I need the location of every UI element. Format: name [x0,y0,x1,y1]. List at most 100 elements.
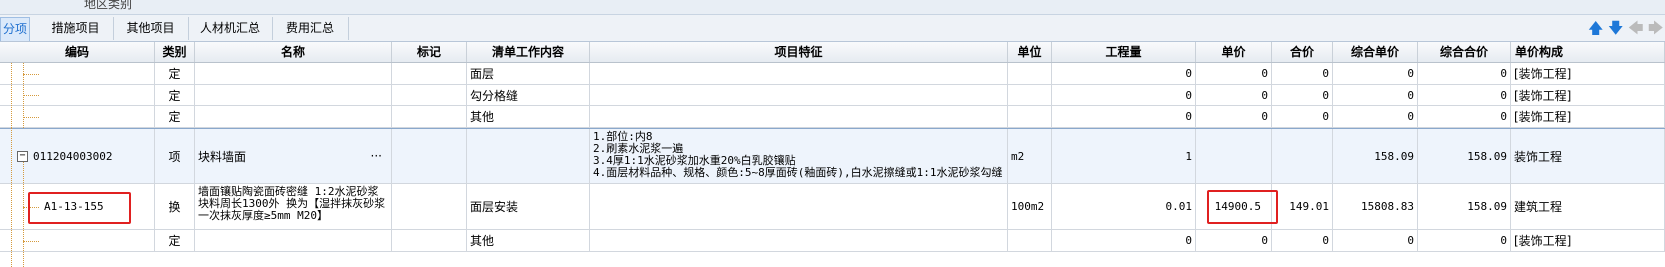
cell-work-content[interactable]: 其他 [467,106,590,127]
cell-type[interactable]: 定 [155,106,195,127]
cell-type[interactable]: 定 [155,230,195,251]
cell-quantity[interactable]: 1 [1052,129,1196,183]
header-price-structure[interactable]: 单价构成 [1511,42,1665,62]
cell-mark[interactable] [392,85,467,105]
cell-total[interactable] [1272,129,1333,183]
cell-unit-price[interactable]: 0 [1196,106,1272,127]
header-type[interactable]: 类别 [155,42,195,62]
cell-price-structure[interactable]: [装饰工程] [1511,106,1665,127]
cell-quantity[interactable]: 0 [1052,85,1196,105]
header-work-content[interactable]: 清单工作内容 [467,42,590,62]
header-unit-price[interactable]: 单价 [1196,42,1272,62]
cell-price-structure[interactable]: [装饰工程] [1511,230,1665,251]
cell-unit-price[interactable]: 0 [1196,230,1272,251]
cell-unit[interactable] [1008,106,1052,127]
cell-type[interactable]: 换 [155,184,195,229]
cell-total[interactable]: 0 [1272,230,1333,251]
cell-comp-price[interactable]: 0 [1333,85,1418,105]
cell-name[interactable]: 块料墙面 ··· [195,129,392,183]
cell-name[interactable] [195,106,392,127]
more-icon[interactable]: ··· [371,149,382,163]
header-unit[interactable]: 单位 [1008,42,1052,62]
cell-price-structure[interactable]: 装饰工程 [1511,129,1665,183]
cell-comp-total[interactable]: 0 [1418,230,1511,251]
arrow-up-icon[interactable]: 🡅 [1588,19,1603,37]
cell-quantity[interactable]: 0 [1052,230,1196,251]
tab-cost-summary[interactable]: 费用汇总 [272,17,349,40]
arrow-right-icon[interactable]: 🡆 [1648,19,1664,37]
cell-mark[interactable] [392,106,467,127]
cell-unit[interactable] [1008,63,1052,84]
table-row[interactable]: 定 其他 0 0 0 0 0 [装饰工程] [0,230,1665,252]
cell-feature[interactable] [590,184,1008,229]
cell-feature[interactable] [590,85,1008,105]
cell-unit-price[interactable]: 0 [1196,63,1272,84]
cell-total[interactable]: 149.01 [1272,184,1333,229]
cell-total[interactable]: 0 [1272,85,1333,105]
tab-other-items[interactable]: 其他项目 [113,17,189,40]
cell-work-content[interactable] [467,129,590,183]
cell-comp-price[interactable]: 158.09 [1333,129,1418,183]
cell-unit[interactable]: m2 [1008,129,1052,183]
cell-unit[interactable] [1008,85,1052,105]
cell-unit-price[interactable]: 0 [1196,85,1272,105]
cell-feature[interactable] [590,63,1008,84]
cell-comp-price[interactable]: 15808.83 [1333,184,1418,229]
cell-type[interactable]: 定 [155,85,195,105]
tab-measures[interactable]: 措施项目 [38,17,114,40]
cell-price-structure[interactable]: 建筑工程 [1511,184,1665,229]
cell-mark[interactable] [392,63,467,84]
cell-total[interactable]: 0 [1272,106,1333,127]
cell-price-structure[interactable]: [装饰工程] [1511,63,1665,84]
header-comp-total[interactable]: 综合合价 [1418,42,1511,62]
cell-feature[interactable] [590,230,1008,251]
cell-work-content[interactable]: 其他 [467,230,590,251]
cell-quantity[interactable]: 0 [1052,106,1196,127]
tab-labor-material-summary[interactable]: 人材机汇总 [188,17,273,40]
cell-feature[interactable]: 1.部位:内8 2.刷素水泥浆一遍 3.4厚1:1水泥砂浆加水重20%白乳胶镶贴… [590,129,1008,183]
header-name[interactable]: 名称 [195,42,392,62]
cell-work-content[interactable]: 勾分格缝 [467,85,590,105]
header-mark[interactable]: 标记 [392,42,467,62]
cell-unit-price[interactable] [1196,129,1272,183]
arrow-down-icon[interactable]: 🡇 [1608,19,1623,37]
cell-comp-price[interactable]: 0 [1333,106,1418,127]
header-feature[interactable]: 项目特征 [590,42,1008,62]
cell-comp-total[interactable]: 158.09 [1418,184,1511,229]
header-comp-price[interactable]: 综合单价 [1333,42,1418,62]
cell-price-structure[interactable]: [装饰工程] [1511,85,1665,105]
header-total[interactable]: 合价 [1272,42,1333,62]
cell-comp-price[interactable]: 0 [1333,230,1418,251]
cell-name[interactable] [195,63,392,84]
cell-name[interactable]: 墙面镶贴陶瓷面砖密缝 1:2水泥砂浆 块料周长1300外 换为【湿拌抹灰砂浆 一… [195,184,392,229]
table-row[interactable]: A1-13-155 换 墙面镶贴陶瓷面砖密缝 1:2水泥砂浆 块料周长1300外… [0,184,1665,230]
table-row[interactable]: 定 面层 0 0 0 0 0 [装饰工程] [0,63,1665,85]
cell-name[interactable] [195,85,392,105]
cell-comp-total[interactable]: 0 [1418,63,1511,84]
cell-work-content[interactable]: 面层安装 [467,184,590,229]
cell-quantity[interactable]: 0.01 [1052,184,1196,229]
table-row[interactable]: 011204003002 项 块料墙面 ··· 1.部位:内8 2.刷素水泥浆一… [0,128,1665,184]
header-quantity[interactable]: 工程量 [1052,42,1196,62]
tab-items[interactable]: 分项 [0,17,30,41]
cell-mark[interactable] [392,230,467,251]
cell-feature[interactable] [590,106,1008,127]
arrow-left-icon[interactable]: 🡄 [1628,19,1644,37]
cell-work-content[interactable]: 面层 [467,63,590,84]
table-row[interactable]: 定 其他 0 0 0 0 0 [装饰工程] [0,106,1665,128]
header-code[interactable]: 编码 [0,42,155,62]
cell-mark[interactable] [392,184,467,229]
table-row[interactable]: 定 勾分格缝 0 0 0 0 0 [装饰工程] [0,85,1665,106]
cell-name[interactable] [195,230,392,251]
cell-unit[interactable]: 100m2 [1008,184,1052,229]
cell-type[interactable]: 定 [155,63,195,84]
cell-comp-price[interactable]: 0 [1333,63,1418,84]
cell-comp-total[interactable]: 0 [1418,85,1511,105]
cell-quantity[interactable]: 0 [1052,63,1196,84]
cell-unit[interactable] [1008,230,1052,251]
cell-type[interactable]: 项 [155,129,195,183]
cell-comp-total[interactable]: 0 [1418,106,1511,127]
collapse-icon[interactable]: − [17,151,28,162]
cell-comp-total[interactable]: 158.09 [1418,129,1511,183]
cell-mark[interactable] [392,129,467,183]
